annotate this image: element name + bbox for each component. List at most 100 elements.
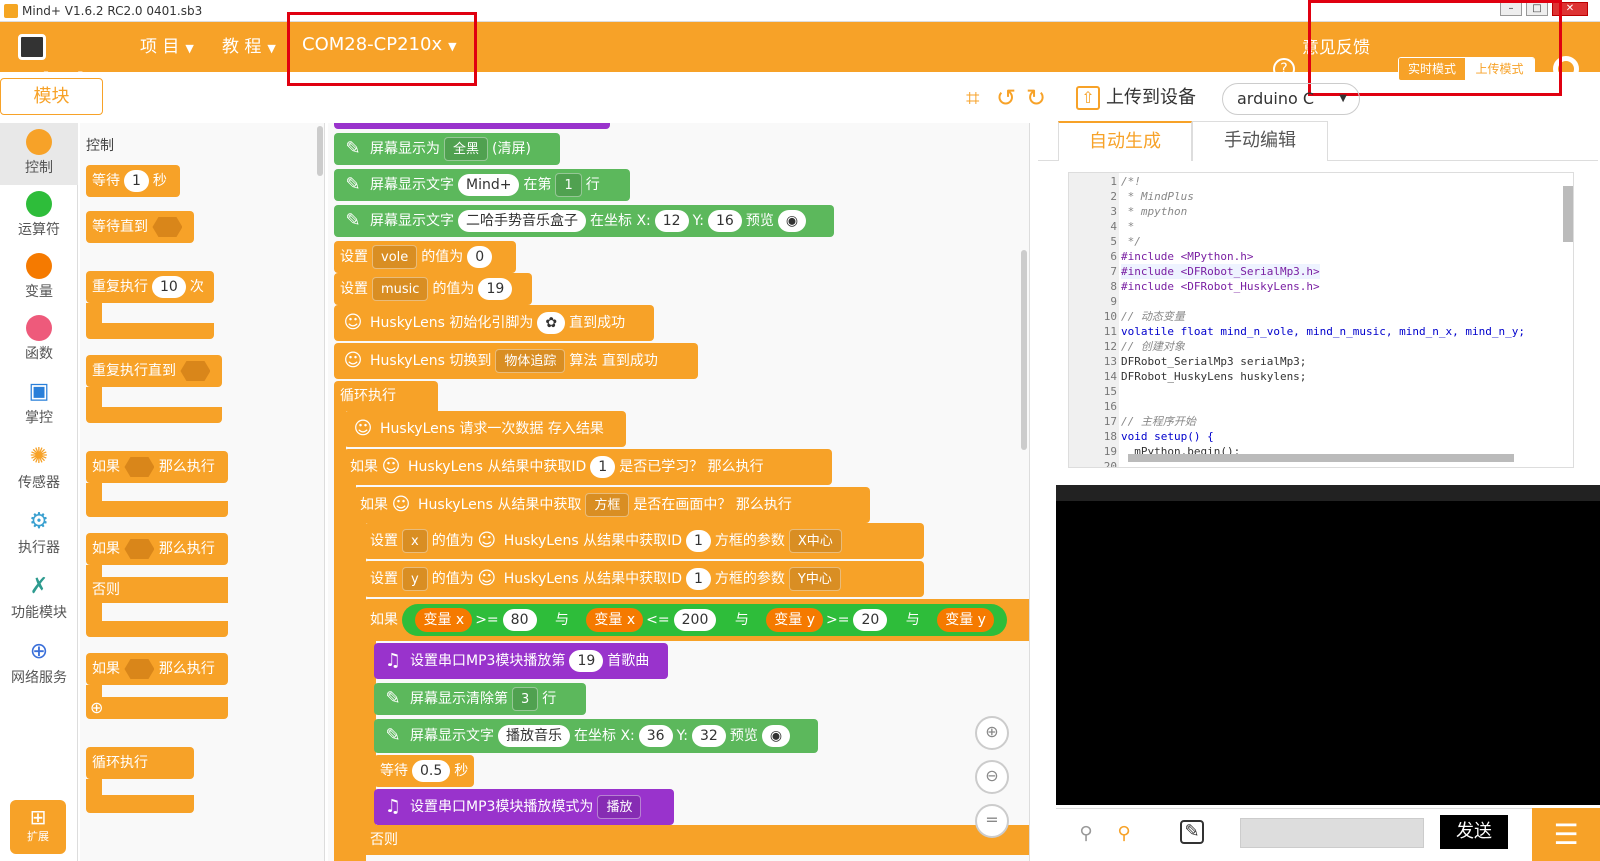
line-number: 6	[1110, 250, 1117, 263]
mindplus-logo: Mind+	[18, 28, 123, 96]
zoom-out-icon[interactable]: ⊖	[975, 760, 1009, 794]
block-set-music[interactable]: 设置 music 的值为 19	[334, 273, 532, 305]
block-wait[interactable]: 等待 1 秒	[86, 165, 180, 197]
category-mpython[interactable]: ▣ 掌控	[0, 373, 78, 435]
line-number: 20	[1103, 460, 1117, 468]
serial-monitor	[1056, 485, 1600, 805]
extension-button[interactable]: ⊞ 扩展	[10, 800, 66, 854]
upload-icon: ⇧	[1076, 86, 1100, 110]
zoom-reset-icon[interactable]: =	[975, 804, 1009, 838]
serial-send-input[interactable]	[1240, 818, 1424, 848]
upload-button[interactable]: ⇧ 上传到设备	[1076, 84, 1196, 112]
crop-icon[interactable]: ⌗	[966, 86, 980, 110]
block-screen-display[interactable]: ✎ 屏幕显示为 全黑 (清屏)	[334, 133, 560, 165]
block-if-plus[interactable]: 如果 那么执行	[86, 653, 228, 685]
redo-icon[interactable]: ↻	[1026, 86, 1046, 110]
tab-manual-edit[interactable]: 手动编辑	[1192, 121, 1328, 161]
category-network[interactable]: ⊕ 网络服务	[0, 633, 78, 695]
tab-modules[interactable]: 模块	[0, 78, 103, 115]
clear-icon[interactable]: ✎	[1180, 820, 1204, 844]
add-else-plus-icon[interactable]: ⊕	[86, 697, 228, 719]
code-line: // 创建对象	[1121, 340, 1185, 353]
block-screen-text-xy[interactable]: ✎ 屏幕显示文字 二哈手势音乐盒子 在坐标 X: 12 Y: 16 预览 ◉	[334, 205, 834, 237]
code-workspace[interactable]: ✎ 屏幕显示为 全黑 (清屏) ✎ 屏幕显示文字 Mind+ 在第 1 行 ✎ 屏幕显示文字 二哈手…	[328, 123, 1030, 861]
block-wait-until[interactable]: 等待直到	[86, 211, 194, 243]
block-set-vole[interactable]: 设置 vole 的值为 0	[334, 241, 516, 273]
block-forever[interactable]: 循环执行	[86, 747, 194, 779]
gear-icon[interactable]: ✿	[537, 312, 566, 334]
music-note-icon: ♫	[384, 650, 402, 671]
block-if-else[interactable]: 如果 那么执行	[86, 533, 228, 565]
pen-icon: ✎	[345, 174, 361, 195]
eye-icon[interactable]: ◉	[777, 210, 807, 232]
category-sidebar: 控制 运算符 变量 函数 ▣ 掌控 ✺ 传感器 ⚙ 执行器 ✗ 功能模块 ⊕ 网络服务	[0, 123, 78, 861]
code-line: /*!	[1121, 175, 1141, 188]
usb-active-icon[interactable]: ⚲	[1110, 820, 1138, 848]
block-palette: 控制 等待 1 秒 等待直到 重复执行 10 次 重复执行直到 如果 那么执行 如果 那…	[80, 123, 325, 861]
send-button[interactable]: 发送	[1440, 815, 1508, 849]
code-line: * MindPlus	[1121, 190, 1194, 203]
robot-logo-icon	[18, 34, 46, 60]
palette-scrollbar[interactable]	[317, 126, 323, 176]
code-line: #include <DFRobot_HuskyLens.h>	[1121, 280, 1320, 293]
category-variables[interactable]: 变量	[0, 247, 78, 309]
block-if-in-frame[interactable]: 如果 ☺ HuskyLens 从结果中获取 方框 是否在画面中？ 那么执行	[354, 487, 870, 523]
block-set-y[interactable]: 设置 y 的值为 ☺ HuskyLens 从结果中获取ID 1 方框的参数 Y中心	[364, 561, 924, 597]
block-screen-text-play[interactable]: ✎ 屏幕显示文字 播放音乐 在坐标 X: 36 Y: 32 预览 ◉	[374, 719, 818, 753]
port-highlight-box	[287, 12, 477, 86]
block-screen-clear-line[interactable]: ✎ 屏幕显示清除第 3 行	[374, 683, 586, 715]
block-repeat[interactable]: 重复执行 10 次	[86, 271, 214, 303]
line-number: 5	[1110, 235, 1117, 248]
pen-icon: ✎	[345, 210, 361, 231]
line-number: 4	[1110, 220, 1117, 233]
husky-icon: ☺	[477, 530, 497, 551]
category-control[interactable]: 控制	[0, 123, 78, 185]
block-wait-half[interactable]: 等待 0.5 秒	[374, 755, 474, 787]
block-if[interactable]: 如果 那么执行	[86, 451, 228, 483]
category-function-modules[interactable]: ✗ 功能模块	[0, 568, 78, 630]
line-number: 1	[1110, 175, 1117, 188]
block-repeat-until[interactable]: 重复执行直到	[86, 355, 222, 387]
code-scrollbar-vertical[interactable]	[1563, 186, 1573, 242]
actuator-icon: ⚙	[29, 509, 49, 534]
menu-project[interactable]: 项 目 ▼	[140, 34, 194, 62]
code-line: * mpython	[1121, 205, 1188, 218]
language-select[interactable]: arduino C ▼	[1222, 83, 1360, 115]
husky-icon: ☺	[343, 350, 363, 371]
category-functions[interactable]: 函数	[0, 309, 78, 371]
category-actuators[interactable]: ⚙ 执行器	[0, 503, 78, 565]
code-scrollbar-horizontal[interactable]	[1128, 454, 1514, 462]
block-huskylens-switch[interactable]: ☺ HuskyLens 切换到 物体追踪 算法 直到成功	[334, 343, 698, 379]
app-icon	[4, 4, 18, 18]
zoom-in-icon[interactable]: ⊕	[975, 716, 1009, 750]
serial-monitor-header	[1056, 485, 1600, 501]
block-else-branch[interactable]: 否则	[364, 825, 1029, 855]
category-sensors[interactable]: ✺ 传感器	[0, 438, 78, 500]
line-number: 11	[1103, 325, 1117, 338]
block-screen-text-line[interactable]: ✎ 屏幕显示文字 Mind+ 在第 1 行	[334, 169, 630, 201]
undo-icon[interactable]: ↺	[996, 86, 1016, 110]
workspace-scrollbar[interactable]	[1021, 250, 1027, 450]
usb-icon[interactable]: ⚲	[1072, 820, 1100, 848]
block-if-range[interactable]: 如果 变量 x >= 80 与 变量 x <= 200 与 变量 y >= 20 与 变量 …	[364, 599, 1029, 641]
mode-highlight-box	[1308, 0, 1562, 96]
menu-tutorial[interactable]: 教 程 ▼	[222, 34, 276, 62]
line-gutter: 1 2 3 4 5 6 7 8 9 10 11 12 13 14 15 16 17 18 19 20	[1069, 173, 1119, 467]
block-if-learned[interactable]: 如果 ☺ HuskyLens 从结果中获取ID 1 是否已学习？ 那么执行	[344, 449, 832, 485]
category-operators[interactable]: 运算符	[0, 185, 78, 247]
tab-auto-generate[interactable]: 自动生成	[1058, 121, 1192, 161]
code-line: volatile float mind_n_vole, mind_n_music…	[1121, 325, 1525, 338]
list-menu-icon[interactable]: ☰	[1532, 808, 1600, 861]
eye-icon[interactable]: ◉	[761, 725, 791, 747]
code-editor[interactable]: 1 2 3 4 5 6 7 8 9 10 11 12 13 14 15 16 17 18 19 20 /*! * Mi…	[1068, 172, 1574, 468]
control-dot-icon	[26, 129, 52, 155]
block-mp3-play[interactable]: ♫ 设置串口MP3模块播放第 19 首歌曲	[374, 643, 668, 679]
block-mp3-mode[interactable]: ♫ 设置串口MP3模块播放模式为 播放	[374, 789, 674, 825]
window-title: Mind+ V1.6.2 RC2.0 0401.sb3	[22, 4, 203, 18]
block-set-x[interactable]: 设置 x 的值为 ☺ HuskyLens 从结果中获取ID 1 方框的参数 X中心	[364, 523, 924, 559]
help-icon[interactable]: ?	[1273, 58, 1295, 80]
block-huskylens-request[interactable]: ☺ HuskyLens 请求一次数据 存入结果	[344, 411, 626, 447]
block-huskylens-init[interactable]: ☺ HuskyLens 初始化引脚为 ✿ 直到成功	[334, 305, 654, 341]
block-forever-loop[interactable]: 循环执行	[334, 381, 438, 411]
code-line: *	[1121, 220, 1135, 233]
